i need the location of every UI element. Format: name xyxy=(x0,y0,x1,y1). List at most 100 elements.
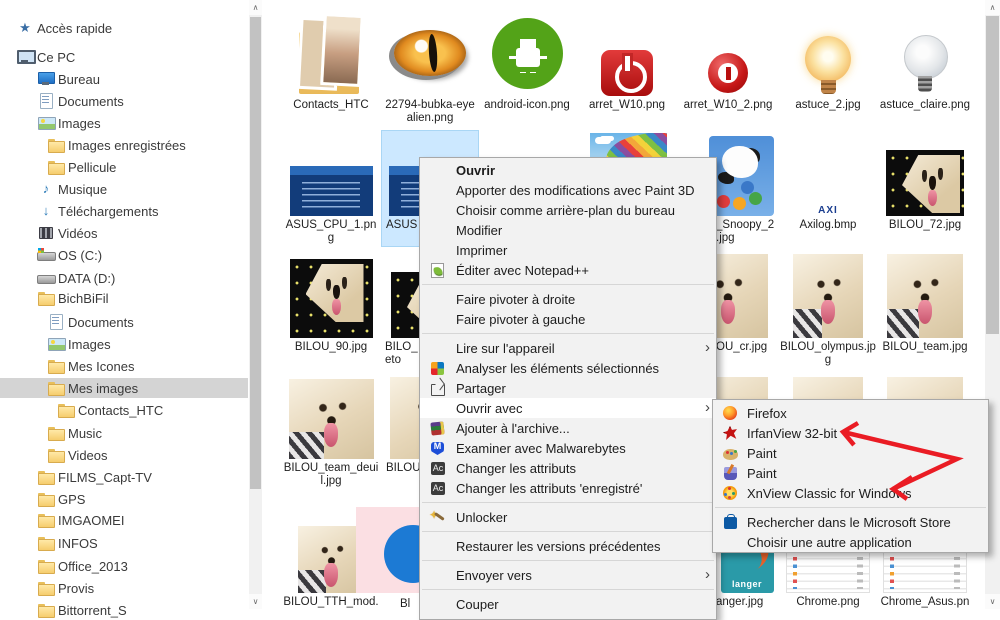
dog-photo-thumbnail xyxy=(887,254,963,338)
scroll-down-icon[interactable]: ∨ xyxy=(985,594,1000,609)
menu-item-ajouter-archive[interactable]: Ajouter à l'archive... xyxy=(420,418,716,438)
file-item-bilou-team[interactable]: BILOU_team.jpg xyxy=(877,250,973,354)
sidebar-scrollbar-thumb[interactable] xyxy=(250,17,261,489)
file-item-axilog[interactable]: AXI Axilog.bmp xyxy=(780,131,876,232)
submenu-item-paint-1[interactable]: Paint xyxy=(713,443,988,463)
submenu-item-autre-application[interactable]: Choisir une autre application xyxy=(713,532,988,552)
sidebar-item-images-data[interactable]: Images xyxy=(0,334,248,354)
folder-icon xyxy=(37,491,55,507)
submenu-item-xnview[interactable]: XnView Classic for Windows xyxy=(713,483,988,503)
sidebar-item-films-capt-tv[interactable]: FILMS_Capt-TV xyxy=(0,467,248,487)
file-item-astuce-claire[interactable]: astuce_claire.png xyxy=(877,8,973,112)
menu-item-modifier[interactable]: Modifier xyxy=(420,220,716,240)
sidebar-item-provis[interactable]: Provis xyxy=(0,578,248,598)
sidebar-item-office-2013[interactable]: Office_2013 xyxy=(0,556,248,576)
file-item-bilou-olympus[interactable]: BILOU_olympus.jpg xyxy=(780,250,876,367)
menu-item-pivoter-droite[interactable]: Faire pivoter à droite xyxy=(420,289,716,309)
file-item-arret-w10[interactable]: arret_W10.png xyxy=(579,8,675,112)
sidebar-item-ce-pc[interactable]: Ce PC xyxy=(0,47,248,67)
clear-bulb-thumbnail xyxy=(885,34,965,96)
sidebar-item-mes-icones[interactable]: Mes Icones xyxy=(0,356,248,376)
sidebar-item-gps[interactable]: GPS xyxy=(0,489,248,509)
menu-item-changer-attributs[interactable]: AcChanger les attributs xyxy=(420,458,716,478)
sidebar-item-infos[interactable]: INFOS xyxy=(0,533,248,553)
folder-icon xyxy=(37,602,55,618)
menu-item-lire-appareil[interactable]: Lire sur l'appareil› xyxy=(420,338,716,358)
submenu-item-microsoft-store[interactable]: Rechercher dans le Microsoft Store xyxy=(713,512,988,532)
sidebar-item-os-c[interactable]: OS (C:) xyxy=(0,245,248,265)
menu-item-ouvrir-avec[interactable]: Ouvrir avec› xyxy=(420,398,716,418)
sidebar-item-contacts-htc[interactable]: Contacts_HTC xyxy=(0,400,248,420)
menu-item-couper[interactable]: Couper xyxy=(420,594,716,614)
sidebar-item-music[interactable]: Music xyxy=(0,423,248,443)
downloads-icon: ↓ xyxy=(37,203,55,219)
scroll-up-icon[interactable]: ∧ xyxy=(985,0,1000,15)
sidebar-item-bichbifil[interactable]: BichBiFil xyxy=(0,288,248,308)
sidebar-item-documents-data[interactable]: Documents xyxy=(0,312,248,332)
submenu-chevron-icon: › xyxy=(705,401,710,415)
file-item-bilou-72[interactable]: BILOU_72.jpg xyxy=(877,131,973,232)
sidebar-item-documents[interactable]: Documents xyxy=(0,91,248,111)
sidebar-item-videos-data[interactable]: Videos xyxy=(0,445,248,465)
menu-item-arriere-plan[interactable]: Choisir comme arrière-plan du bureau xyxy=(420,200,716,220)
file-item-arret-w10-2[interactable]: arret_W10_2.png xyxy=(680,8,776,112)
sidebar-item-telechargements[interactable]: ↓Téléchargements xyxy=(0,201,248,221)
menu-item-pivoter-gauche[interactable]: Faire pivoter à gauche xyxy=(420,309,716,329)
file-item-asus-cpu-1[interactable]: ASUS_CPU_1.png xyxy=(283,131,379,245)
navigation-pane: ★Accès rapide Ce PC Bureau Documents Ima… xyxy=(0,0,248,609)
menu-item-analyser-avg[interactable]: Analyser les éléments sélectionnés xyxy=(420,358,716,378)
sidebar-item-bittorrent[interactable]: Bittorrent_S xyxy=(0,600,248,620)
sidebar-item-bureau[interactable]: Bureau xyxy=(0,69,248,89)
file-item-bilou-90[interactable]: BILOU_90.jpg xyxy=(283,250,379,354)
sidebar-item-mes-images[interactable]: Mes images xyxy=(0,378,248,398)
blank-icon xyxy=(428,340,450,356)
scroll-up-icon[interactable]: ∧ xyxy=(249,0,262,15)
kite-image-thumbnail[interactable] xyxy=(590,133,667,159)
menu-separator xyxy=(422,333,714,334)
menu-item-restaurer-versions[interactable]: Restaurer les versions précédentes xyxy=(420,536,716,556)
menu-item-imprimer[interactable]: Imprimer xyxy=(420,240,716,260)
irfanview-icon xyxy=(721,425,741,441)
menu-item-envoyer-vers[interactable]: Envoyer vers› xyxy=(420,565,716,585)
videos-icon xyxy=(37,225,55,241)
sidebar-item-acces-rapide[interactable]: ★Accès rapide xyxy=(0,18,248,38)
sidebar-item-imgaomei[interactable]: IMGAOMEI xyxy=(0,510,248,530)
main-scrollbar-thumb[interactable] xyxy=(986,16,999,334)
menu-separator xyxy=(422,560,714,561)
axi-logo-thumbnail: AXI xyxy=(810,200,846,216)
paint-brush-icon xyxy=(721,465,741,481)
submenu-item-paint-2[interactable]: Paint xyxy=(713,463,988,483)
blank-icon xyxy=(428,596,450,612)
paint-palette-icon xyxy=(721,445,741,461)
file-item-bilou-team-deuil[interactable]: BILOU_team_deuil.jpg xyxy=(283,375,379,488)
dog-photo-thumbnail xyxy=(793,254,863,338)
microsoft-store-icon xyxy=(721,514,741,530)
menu-item-unlocker[interactable]: ✦Unlocker xyxy=(420,507,716,527)
folder-icon xyxy=(47,425,65,441)
scroll-down-icon[interactable]: ∨ xyxy=(249,594,262,609)
submenu-item-firefox[interactable]: Firefox xyxy=(713,403,988,423)
sidebar-item-images[interactable]: Images xyxy=(0,113,248,133)
file-item-astuce-2[interactable]: astuce_2.jpg xyxy=(780,8,876,112)
folder-icon xyxy=(37,580,55,596)
menu-item-partager[interactable]: Partager xyxy=(420,378,716,398)
sidebar-item-musique[interactable]: ♪Musique xyxy=(0,179,248,199)
file-item-android-icon[interactable]: android-icon.png xyxy=(479,8,575,112)
folder-icon xyxy=(37,558,55,574)
dog-photo-thumbnail xyxy=(886,150,964,216)
menu-item-changer-attributs-enregistre[interactable]: AcChanger les attributs 'enregistré' xyxy=(420,478,716,498)
dog-photo-thumbnail xyxy=(289,379,374,459)
file-item-contacts-htc[interactable]: Contacts_HTC xyxy=(283,8,379,112)
sidebar-item-data-d[interactable]: DATA (D:) xyxy=(0,268,248,288)
file-item-bubka-eye[interactable]: 22794-bubka-eye alien.png xyxy=(382,8,478,125)
submenu-item-irfanview[interactable]: IrfanView 32-bit xyxy=(713,423,988,443)
attribute-changer-icon: Ac xyxy=(428,480,450,496)
menu-item-notepadpp[interactable]: Éditer avec Notepad++ xyxy=(420,260,716,280)
menu-item-ouvrir[interactable]: Ouvrir xyxy=(420,160,716,180)
quick-access-star-icon: ★ xyxy=(16,20,34,36)
menu-item-paint3d[interactable]: Apporter des modifications avec Paint 3D xyxy=(420,180,716,200)
menu-item-malwarebytes[interactable]: MExaminer avec Malwarebytes xyxy=(420,438,716,458)
sidebar-item-pellicule[interactable]: Pellicule xyxy=(0,157,248,177)
sidebar-item-images-enregistrees[interactable]: Images enregistrées xyxy=(0,135,248,155)
sidebar-item-videos[interactable]: Vidéos xyxy=(0,223,248,243)
